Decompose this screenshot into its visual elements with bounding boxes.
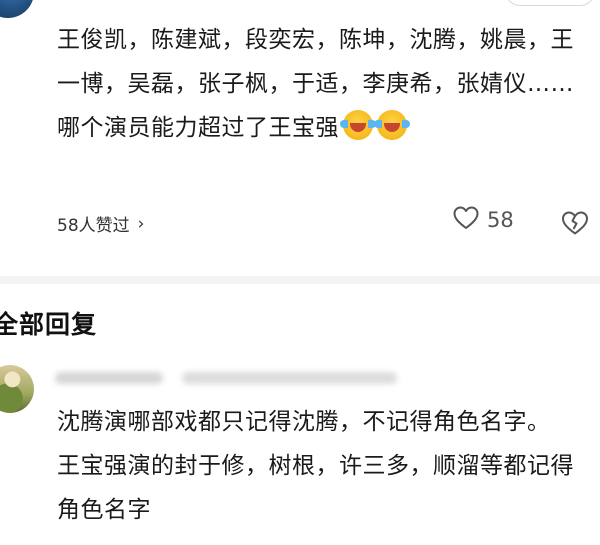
chevron-right-icon: ›	[137, 213, 145, 234]
section-title: 全部回复	[0, 310, 98, 339]
like-button[interactable]: 58	[453, 206, 514, 234]
heart-outline-icon	[453, 206, 479, 234]
likes-summary-link[interactable]: 58人赞过 ›	[57, 211, 145, 237]
reply-meta-redacted	[182, 372, 397, 384]
comment-text: 王俊凯，陈建斌，段奕宏，陈坤，沈腾，姚晨，王一博，吴磊，张子枫，于适，李庚希，张…	[57, 18, 587, 150]
like-count: 58	[487, 208, 514, 232]
section-divider	[0, 276, 600, 284]
reply-username-redacted	[55, 372, 163, 384]
laughing-crying-emoji-icon	[374, 110, 410, 140]
likes-summary-label: 58人赞过	[57, 216, 130, 236]
dislike-heart-icon	[561, 211, 589, 240]
follow-button[interactable]: 关注	[505, 0, 595, 6]
reply-avatar[interactable]	[0, 365, 34, 413]
comment-body: 王俊凯，陈建斌，段奕宏，陈坤，沈腾，姚晨，王一博，吴磊，张子枫，于适，李庚希，张…	[57, 27, 574, 141]
commenter-avatar[interactable]	[0, 0, 34, 18]
reply-paragraph: 王宝强演的封于修，树根，许三多，顺溜等都记得角色名字	[57, 453, 574, 523]
dislike-button[interactable]	[561, 210, 589, 240]
reply-paragraph: 沈腾演哪部戏都只记得沈腾，不记得角色名字。	[57, 409, 551, 435]
laughing-crying-emoji-icon	[340, 110, 376, 140]
reply-text: 沈腾演哪部戏都只记得沈腾，不记得角色名字。 王宝强演的封于修，树根，许三多，顺溜…	[57, 400, 587, 532]
